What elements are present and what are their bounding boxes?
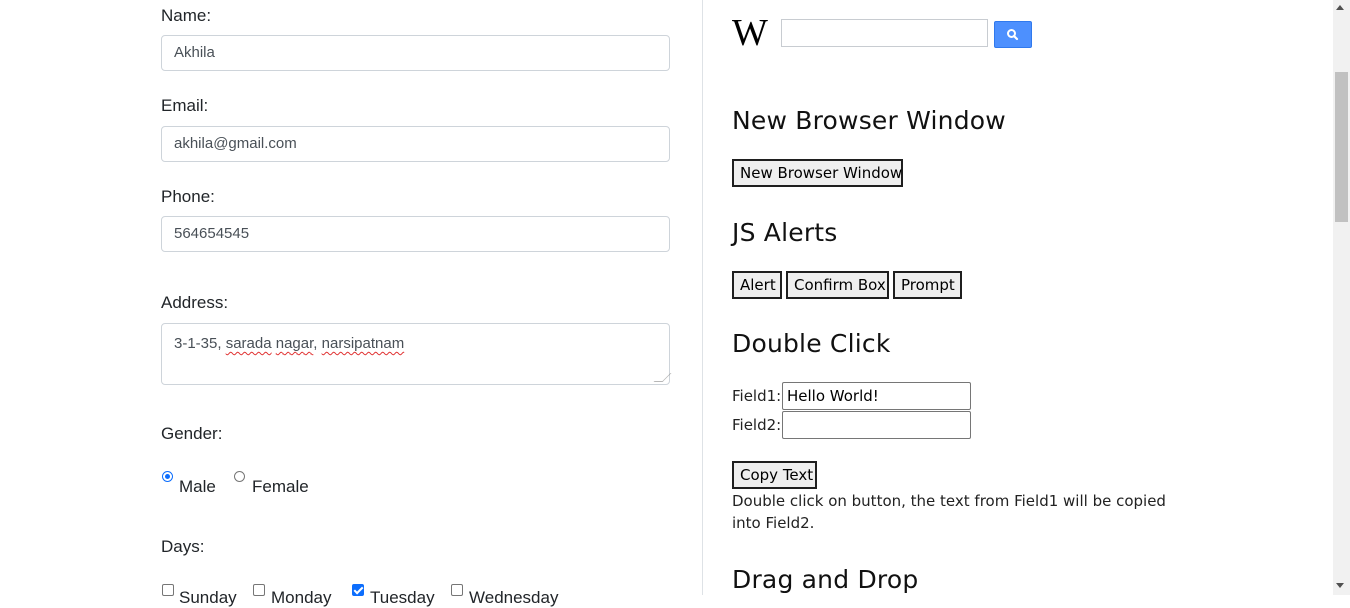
day-monday-label: Monday <box>271 588 332 607</box>
gender-label: Gender: <box>161 424 223 443</box>
day-tuesday-checkbox[interactable] <box>352 584 364 596</box>
gender-female-label: Female <box>252 477 309 496</box>
name-field[interactable]: Akhila <box>161 35 670 71</box>
day-sunday-checkbox[interactable] <box>162 584 174 596</box>
wikipedia-search-button[interactable] <box>994 21 1032 48</box>
phone-label: Phone: <box>161 187 215 206</box>
new-browser-window-button[interactable]: New Browser Window <box>732 159 903 187</box>
phone-field[interactable]: 564654545 <box>161 216 670 252</box>
address-word-nagar: nagar <box>275 335 314 352</box>
js-alerts-heading: JS Alerts <box>732 218 838 247</box>
field2-input[interactable] <box>782 411 971 439</box>
days-label: Days: <box>161 537 205 556</box>
email-field[interactable]: akhila@gmail.com <box>161 126 670 162</box>
address-word-narsipatnam: narsipatnam <box>321 335 405 352</box>
scroll-down-arrow-icon[interactable] <box>1336 583 1344 588</box>
address-prefix: 3-1-35, <box>174 335 226 352</box>
gender-male-label: Male <box>179 477 216 496</box>
new-browser-window-heading: New Browser Window <box>732 106 1006 135</box>
magnifier-icon <box>1007 29 1019 41</box>
address-textarea[interactable]: 3-1-35, sarada nagar, narsipatnam <box>161 323 672 385</box>
gender-male-radio[interactable] <box>162 471 173 482</box>
name-label: Name: <box>161 6 212 25</box>
address-label: Address: <box>161 293 229 312</box>
day-tuesday-label: Tuesday <box>370 588 435 607</box>
gender-female-radio[interactable] <box>234 471 245 482</box>
column-divider <box>702 0 703 595</box>
textarea-resize-handle[interactable] <box>653 373 672 382</box>
prompt-button[interactable]: Prompt <box>893 271 962 299</box>
copy-text-button[interactable]: Copy Text <box>732 461 817 489</box>
address-word-sarada: sarada <box>225 335 272 352</box>
field2-label: Field2: <box>732 416 782 434</box>
field1-label: Field1: <box>732 387 782 405</box>
double-click-description-line2: into Field2. <box>732 514 815 532</box>
day-wednesday-label: Wednesday <box>469 588 559 607</box>
email-label: Email: <box>161 96 209 115</box>
day-wednesday-checkbox[interactable] <box>451 584 463 596</box>
alert-button[interactable]: Alert <box>732 271 782 299</box>
wikipedia-search-input[interactable] <box>781 19 988 47</box>
double-click-description-line1: Double click on button, the text from Fi… <box>732 492 1166 510</box>
field1-input[interactable]: Hello World! <box>782 382 971 410</box>
wikipedia-logo-icon: W <box>732 12 768 54</box>
scrollbar-thumb[interactable] <box>1335 72 1348 222</box>
drag-and-drop-heading: Drag and Drop <box>732 565 919 594</box>
double-click-heading: Double Click <box>732 329 891 358</box>
scroll-up-arrow-icon[interactable] <box>1336 5 1344 10</box>
day-sunday-label: Sunday <box>179 588 237 607</box>
confirm-box-button[interactable]: Confirm Box <box>786 271 889 299</box>
day-monday-checkbox[interactable] <box>253 584 265 596</box>
